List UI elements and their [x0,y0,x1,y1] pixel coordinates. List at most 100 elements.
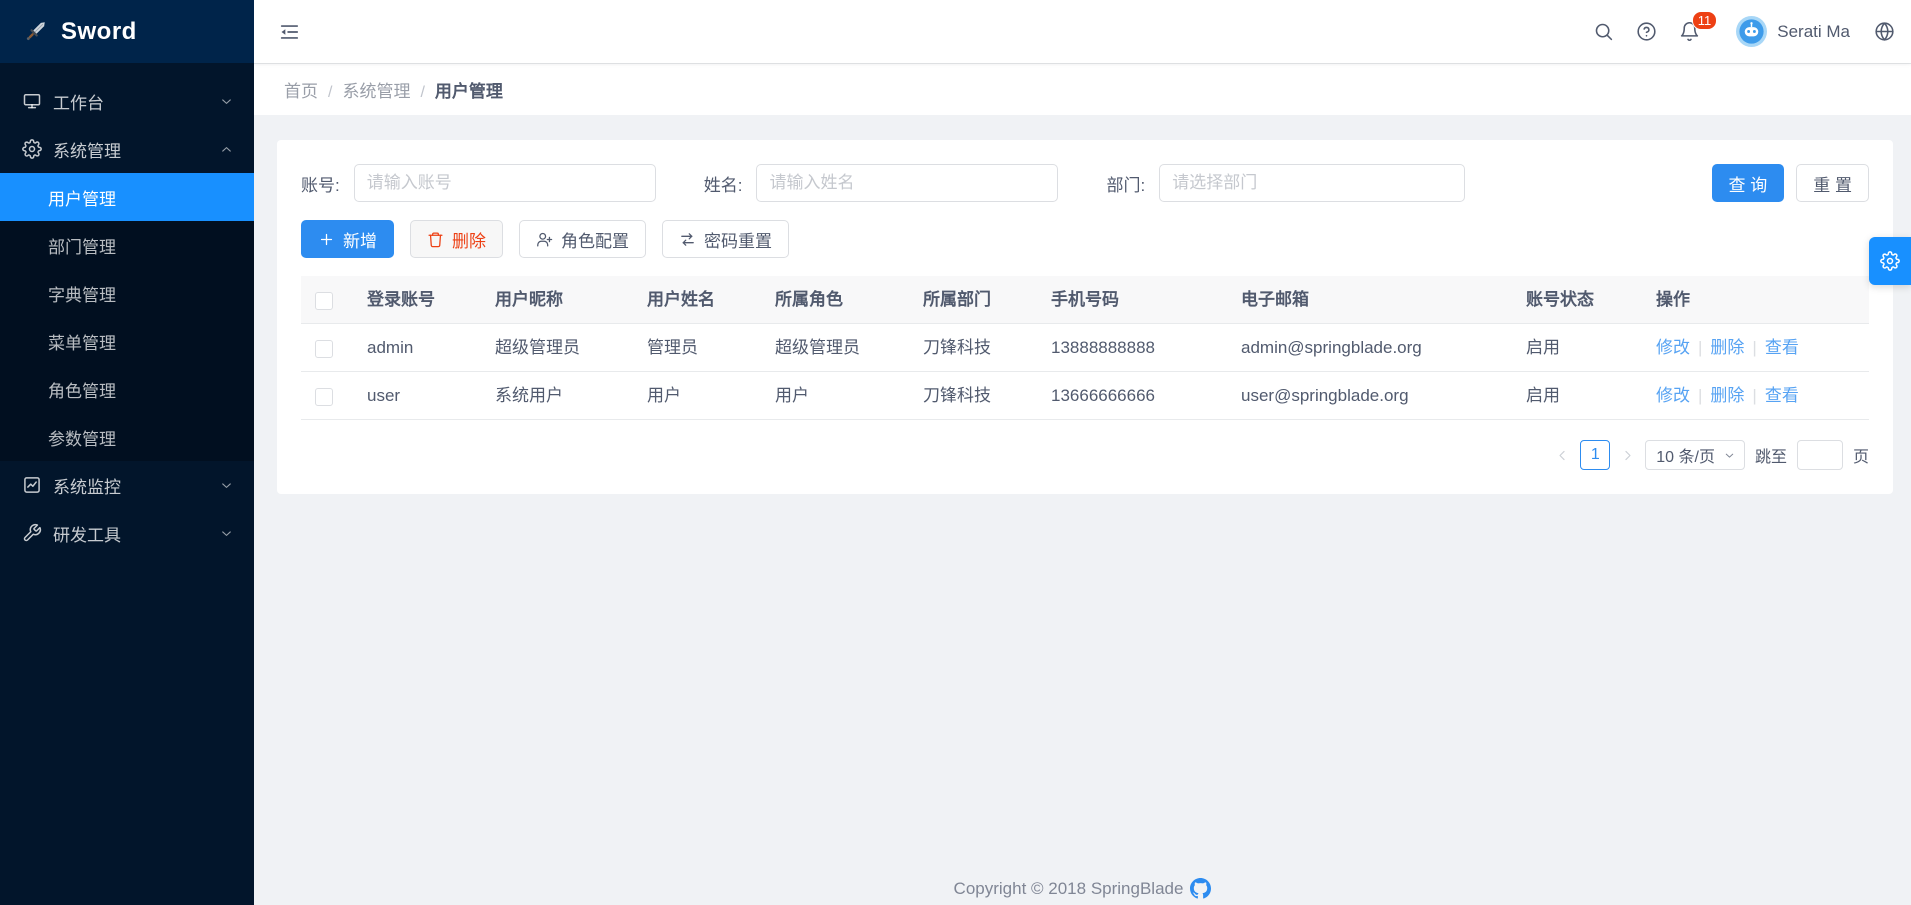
cell-status: 启用 [1508,324,1638,372]
current-page-button[interactable]: 1 [1580,440,1610,470]
jump-page-input[interactable] [1797,440,1843,470]
reset-button[interactable]: 重 置 [1796,164,1869,202]
sidebar-item-devtools[interactable]: 研发工具 [0,509,254,557]
row-action-link[interactable]: 删除 [1710,338,1744,357]
user-plus-icon [536,231,553,248]
name-input[interactable] [756,164,1058,202]
row-action-link[interactable]: 删除 [1710,386,1744,405]
name-label: 姓名: [704,171,743,196]
sidebar-subitem[interactable]: 部门管理 [0,221,254,269]
toolbar-row: 新增 删除 角色配置 密码重置 [301,220,1869,258]
gear-icon [22,139,43,159]
cell-phone: 13666666666 [1033,372,1223,420]
plus-icon [318,231,335,248]
user-name[interactable]: Serati Ma [1777,22,1850,42]
sidebar-item-workbench[interactable]: 工作台 [0,77,254,125]
add-button-label: 新增 [343,227,377,252]
cell-email: user@springblade.org [1223,372,1508,420]
monitor-icon [22,91,43,111]
footer: Copyright © 2018 SpringBlade [254,878,1911,899]
prev-page-button[interactable] [1555,448,1570,463]
action-divider: | [1752,386,1756,405]
sidebar-subitem[interactable]: 字典管理 [0,269,254,317]
cell-name: 用户 [629,372,757,420]
avatar[interactable] [1736,16,1767,47]
sidebar-menu: 工作台系统管理用户管理部门管理字典管理菜单管理角色管理参数管理系统监控研发工具 [0,63,254,557]
action-divider: | [1698,338,1702,357]
sidebar-subitem[interactable]: 用户管理 [0,173,254,221]
logo[interactable]: Sword [0,0,254,63]
chevron-down-icon [1723,449,1736,462]
users-table: 登录账号用户昵称用户姓名所属角色所属部门手机号码电子邮箱账号状态操作 admin… [301,276,1869,420]
sidebar-subitem[interactable]: 参数管理 [0,413,254,461]
column-header: 所属部门 [905,276,1033,324]
row-action-link[interactable]: 修改 [1656,386,1690,405]
row-action-link[interactable]: 查看 [1765,338,1799,357]
chevron-down-icon [219,526,234,541]
search-icon[interactable] [1593,21,1614,42]
chevron-down-icon [219,478,234,493]
dept-field-group: 部门: [1106,164,1465,202]
column-header: 所属角色 [757,276,905,324]
table-header-row: 登录账号用户昵称用户姓名所属角色所属部门手机号码电子邮箱账号状态操作 [301,276,1869,324]
account-input[interactable] [354,164,656,202]
role-config-button[interactable]: 角色配置 [519,220,646,258]
column-header: 操作 [1638,276,1869,324]
action-divider: | [1698,386,1702,405]
cell-account: admin [349,324,477,372]
column-header: 用户昵称 [477,276,629,324]
row-checkbox[interactable] [315,388,333,406]
cell-dept: 刀锋科技 [905,324,1033,372]
github-icon[interactable] [1190,878,1211,899]
topbar: 11 Serati Ma [254,0,1911,63]
wrench-icon [22,523,43,543]
search-button[interactable]: 查 询 [1712,164,1785,202]
breadcrumb-item[interactable]: 首页 [284,82,318,101]
jump-label: 跳至 [1755,443,1787,467]
row-action-link[interactable]: 查看 [1765,386,1799,405]
sidebar-subitem[interactable]: 菜单管理 [0,317,254,365]
sword-logo-icon [22,18,49,45]
notifications-button[interactable]: 11 [1679,21,1700,42]
dept-select[interactable] [1159,164,1465,202]
cell-name: 管理员 [629,324,757,372]
password-reset-button[interactable]: 密码重置 [662,220,789,258]
topbar-actions: 11 Serati Ma [1593,16,1895,47]
sidebar-item-system[interactable]: 系统管理 [0,125,254,173]
action-divider: | [1752,338,1756,357]
select-all-cell [301,276,349,324]
cell-dept: 刀锋科技 [905,372,1033,420]
settings-drawer-button[interactable] [1869,237,1911,285]
row-checkbox[interactable] [315,340,333,358]
table-row: user系统用户用户用户刀锋科技13666666666user@springbl… [301,372,1869,420]
page-size-select[interactable]: 10 条/页 [1645,440,1745,470]
delete-button[interactable]: 删除 [410,220,503,258]
help-icon[interactable] [1636,21,1657,42]
column-header: 手机号码 [1033,276,1223,324]
breadcrumb-item[interactable]: 系统管理 [342,82,410,101]
row-action-link[interactable]: 修改 [1656,338,1690,357]
cell-status: 启用 [1508,372,1638,420]
sidebar-item-monitor[interactable]: 系统监控 [0,461,254,509]
language-globe-icon[interactable] [1874,21,1895,42]
password-reset-button-label: 密码重置 [704,227,772,252]
breadcrumb-item: 用户管理 [435,82,503,101]
column-header: 用户姓名 [629,276,757,324]
cell-phone: 13888888888 [1033,324,1223,372]
menu-collapse-button[interactable] [278,21,300,43]
pagination: 1 10 条/页 跳至 页 [301,440,1869,470]
content-card: 账号: 姓名: 部门: 查 询 重 置 [277,140,1893,494]
notification-badge: 11 [1692,11,1718,30]
cell-actions: 修改 | 删除 | 查看 [1638,372,1869,420]
column-header: 电子邮箱 [1223,276,1508,324]
filter-row: 账号: 姓名: 部门: 查 询 重 置 [301,164,1869,202]
add-button[interactable]: 新增 [301,220,394,258]
sidebar-item-label: 系统管理 [53,137,121,162]
table-row: admin超级管理员管理员超级管理员刀锋科技13888888888admin@s… [301,324,1869,372]
table-body: admin超级管理员管理员超级管理员刀锋科技13888888888admin@s… [301,324,1869,420]
select-all-checkbox[interactable] [315,292,333,310]
page-size-value: 10 条/页 [1656,443,1715,467]
sidebar-item-label: 工作台 [53,89,104,114]
next-page-button[interactable] [1620,448,1635,463]
sidebar-subitem[interactable]: 角色管理 [0,365,254,413]
